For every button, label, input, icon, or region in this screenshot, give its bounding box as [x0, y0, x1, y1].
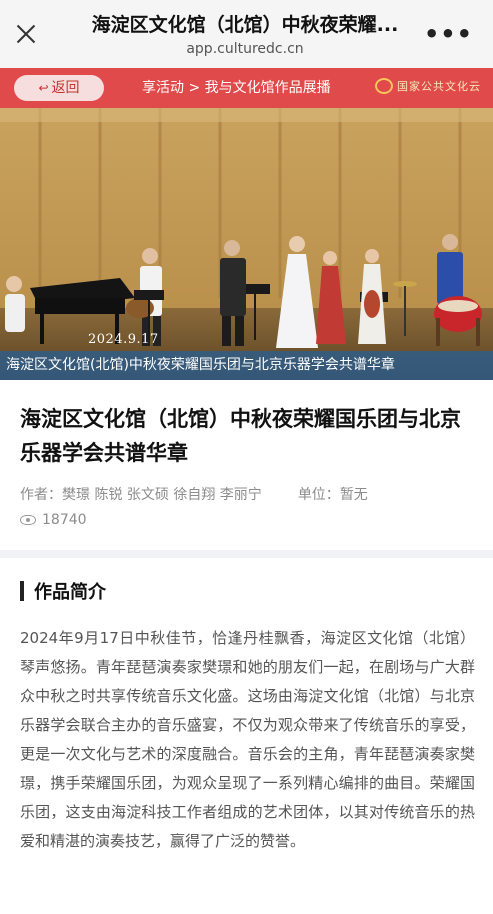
author-label: 作者： [20, 487, 62, 503]
back-button[interactable]: ↩ 返回 [14, 75, 104, 101]
page-url: app.culturedc.cn [186, 41, 304, 57]
back-button-label: 返回 [51, 80, 80, 96]
close-icon[interactable] [14, 22, 38, 46]
site-logo[interactable]: 国家公共文化云 [375, 78, 481, 94]
concert-photo-illustration [0, 108, 493, 380]
intro-body-text: 2024年9月17日中秋佳节，恰逢丹桂飘香，海淀区文化馆（北馆）琴声悠扬。青年琵… [20, 629, 475, 850]
intro-heading: 作品简介 [34, 582, 106, 603]
logo-mark-icon [375, 78, 393, 94]
author-names: 樊璟 陈锐 张文硕 徐自翔 李丽宁 [62, 487, 262, 503]
intro-section-header: 作品简介 [20, 578, 106, 604]
section-divider [0, 550, 493, 558]
unit-value: 暂无 [339, 487, 368, 503]
unit-label: 单位： [297, 487, 340, 503]
view-count: 18740 [20, 512, 87, 528]
page-title: 海淀区文化馆（北馆）中秋夜荣耀... [91, 14, 399, 36]
eye-icon [20, 515, 36, 525]
section-accent-bar [20, 581, 24, 601]
concert-photo: 2024.9.17 海淀区文化馆(北馆)中秋夜荣耀国乐团与北京乐器学会共谱华章 [0, 108, 493, 380]
article-header: 海淀区文化馆（北馆）中秋夜荣耀国乐团与北京乐器学会共谱华章 作者：樊璟 陈锐 张… [0, 380, 493, 550]
logo-text: 国家公共文化云 [397, 80, 481, 93]
more-options-button[interactable]: ••• [424, 22, 473, 46]
browser-top-bar: 海淀区文化馆（北馆）中秋夜荣耀... app.culturedc.cn ••• [0, 0, 493, 68]
site-nav-bar: ↩ 返回 享活动 > 我与文化馆作品展播 国家公共文化云 [0, 68, 493, 108]
browser-title-area: 海淀区文化馆（北馆）中秋夜荣耀... app.culturedc.cn [60, 12, 430, 58]
back-arrow-icon: ↩ [38, 81, 49, 95]
photo-date-stamp: 2024.9.17 [88, 332, 159, 347]
photo-caption: 海淀区文化馆(北馆)中秋夜荣耀国乐团与北京乐器学会共谱华章 [0, 351, 493, 380]
article-meta: 作者：樊璟 陈锐 张文硕 徐自翔 李丽宁 单位：暂无 [20, 484, 368, 504]
article-title: 海淀区文化馆（北馆）中秋夜荣耀国乐团与北京乐器学会共谱华章 [20, 407, 461, 465]
breadcrumb[interactable]: 享活动 > 我与文化馆作品展播 [142, 78, 331, 98]
view-count-value: 18740 [42, 512, 87, 528]
